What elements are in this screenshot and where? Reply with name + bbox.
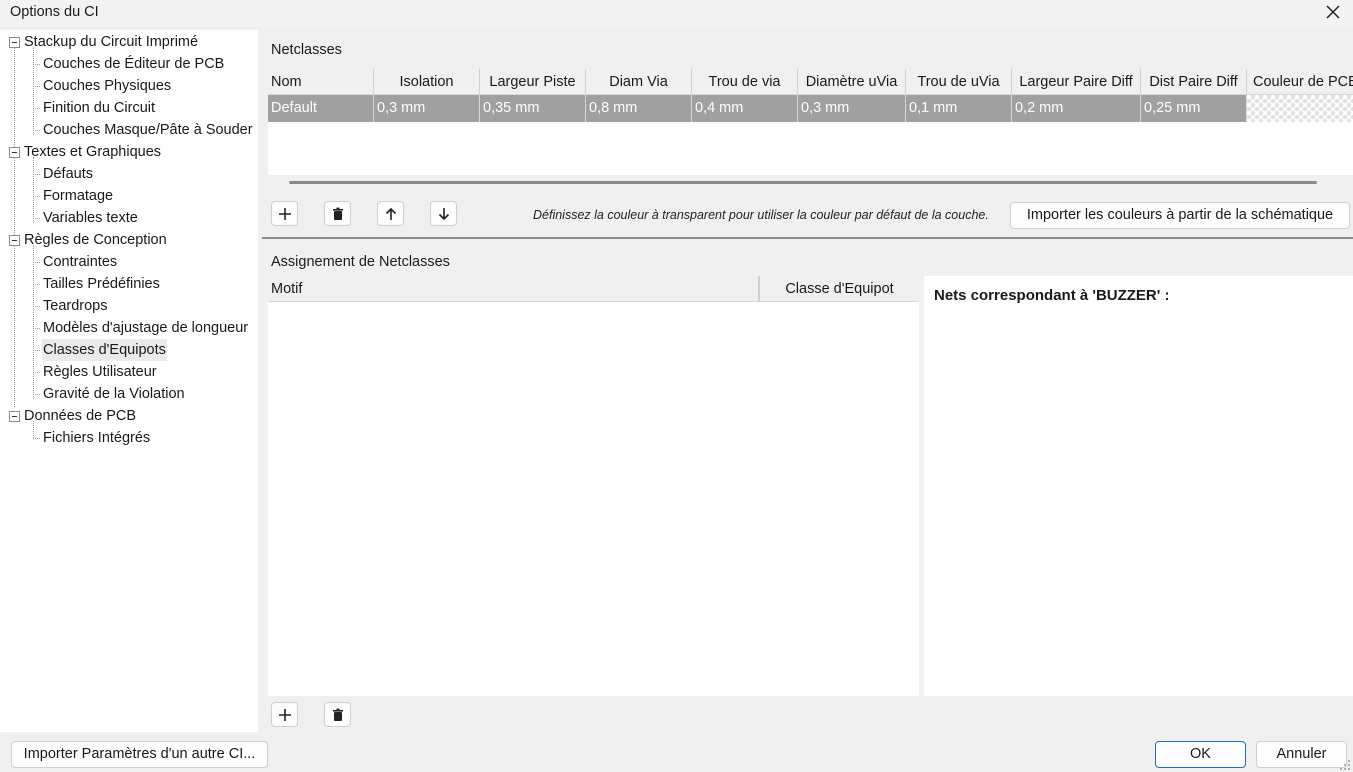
title-bar: Options du CI: [0, 0, 1353, 26]
column-header[interactable]: Trou de via: [692, 69, 798, 95]
import-colors-button[interactable]: Importer les couleurs à partir de la sch…: [1010, 202, 1350, 229]
trash-icon: [333, 207, 343, 220]
column-header[interactable]: Nom: [268, 69, 374, 95]
column-header[interactable]: Isolation: [374, 69, 480, 95]
add-assignment-button[interactable]: [271, 702, 298, 727]
column-header[interactable]: Couleur de PCB: [1247, 69, 1353, 95]
netclasses-grid[interactable]: Nom Isolation Largeur Piste Diam Via Tro…: [268, 69, 1353, 175]
arrow-up-icon: [385, 207, 397, 220]
column-header[interactable]: Largeur Piste: [480, 69, 586, 95]
column-header[interactable]: Largeur Paire Diff: [1012, 69, 1141, 95]
column-header[interactable]: Trou de uVia: [906, 69, 1012, 95]
plus-icon: [279, 208, 291, 220]
column-header[interactable]: Diam Via: [586, 69, 692, 95]
grid-header: Nom Isolation Largeur Piste Diam Via Tro…: [268, 69, 1353, 95]
table-row[interactable]: Default 0,3 mm 0,35 mm 0,8 mm 0,4 mm 0,3…: [268, 95, 1353, 122]
pattern-assignment-grid[interactable]: Motif Classe d'Equipot: [268, 276, 919, 696]
resize-grip-icon[interactable]: [1339, 758, 1351, 770]
cell-trou-via[interactable]: 0,4 mm: [692, 95, 798, 122]
cell-isolation[interactable]: 0,3 mm: [374, 95, 480, 122]
collapse-icon[interactable]: [9, 235, 20, 246]
collapse-icon[interactable]: [9, 411, 20, 422]
cell-largeur-piste[interactable]: 0,35 mm: [480, 95, 586, 122]
settings-tree: Stackup du Circuit Imprimé Couches de Éd…: [0, 30, 258, 732]
import-settings-button[interactable]: Importer Paramètres d'un autre CI...: [11, 741, 268, 768]
move-down-button[interactable]: [430, 201, 457, 226]
arrow-down-icon: [438, 208, 450, 221]
add-netclass-button[interactable]: [271, 201, 298, 226]
cell-trou-uvia[interactable]: 0,1 mm: [906, 95, 1012, 122]
cancel-button[interactable]: Annuler: [1256, 741, 1347, 768]
horizontal-scrollbar[interactable]: [289, 181, 1317, 184]
cell-nom[interactable]: Default: [268, 95, 374, 122]
collapse-icon[interactable]: [9, 37, 20, 48]
column-header[interactable]: Diamètre uVia: [798, 69, 906, 95]
plus-icon: [279, 709, 291, 721]
cell-largeur-paire-diff[interactable]: 0,2 mm: [1012, 95, 1141, 122]
grid-header: Motif Classe d'Equipot: [268, 276, 919, 302]
delete-netclass-button[interactable]: [324, 201, 351, 226]
close-icon[interactable]: [1323, 2, 1343, 22]
move-up-button[interactable]: [377, 201, 404, 226]
ok-button[interactable]: OK: [1155, 741, 1246, 768]
cell-diametre-uvia[interactable]: 0,3 mm: [798, 95, 906, 122]
netclasses-title: Netclasses: [271, 42, 342, 58]
cell-diam-via[interactable]: 0,8 mm: [586, 95, 692, 122]
matching-nets-panel: Nets correspondant à 'BUZZER' :: [924, 276, 1353, 696]
assignment-title: Assignement de Netclasses: [271, 254, 450, 270]
delete-assignment-button[interactable]: [324, 702, 351, 727]
cell-dist-paire-diff[interactable]: 0,25 mm: [1141, 95, 1247, 122]
pcb-color-swatch[interactable]: [1247, 95, 1353, 122]
transparent-color-hint: Définissez la couleur à transparent pour…: [533, 208, 989, 222]
column-header[interactable]: Dist Paire Diff: [1141, 69, 1247, 95]
column-header-classe[interactable]: Classe d'Equipot: [759, 276, 919, 302]
section-separator[interactable]: [262, 237, 1353, 239]
collapse-icon[interactable]: [9, 147, 20, 158]
column-header-motif[interactable]: Motif: [268, 276, 759, 302]
trash-icon: [333, 708, 343, 721]
matching-nets-title: Nets correspondant à 'BUZZER' :: [934, 287, 1170, 304]
window-title: Options du CI: [10, 4, 99, 20]
